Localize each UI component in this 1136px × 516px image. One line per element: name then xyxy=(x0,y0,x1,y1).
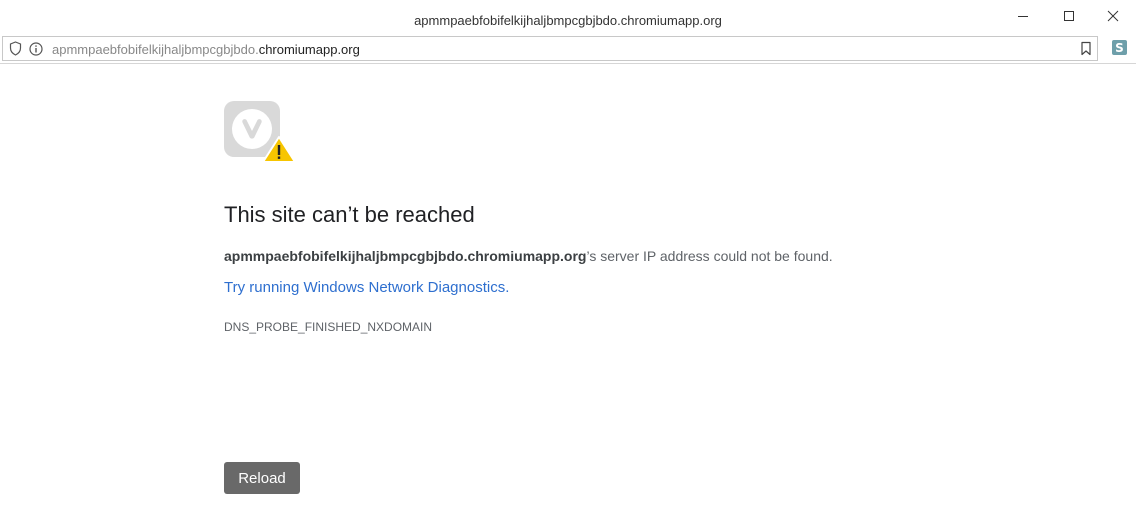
reload-button[interactable]: Reload xyxy=(224,462,300,494)
error-message: apmmpaebfobifelkijhaljbmpcgbjbdo.chromiu… xyxy=(224,248,833,264)
url-subdomain: apmmpaebfobifelkijhaljbmpcgbjbdo. xyxy=(52,42,259,57)
toolbar-divider xyxy=(0,63,1136,64)
bookmark-icon[interactable] xyxy=(1080,41,1092,56)
error-message-suffix: ’s server IP address could not be found. xyxy=(586,248,833,264)
network-diagnostics-link[interactable]: Try running Windows Network Diagnostics xyxy=(224,279,505,296)
extension-icon[interactable]: S xyxy=(1112,40,1127,55)
address-bar: apmmpaebfobifelkijhaljbmpcgbjbdo.chromiu… xyxy=(0,36,1136,62)
close-button[interactable] xyxy=(1090,0,1136,32)
diagnostics-period: . xyxy=(505,279,510,296)
diagnostics-link-wrapper: Try running Windows Network Diagnostics. xyxy=(224,279,509,296)
error-host: apmmpaebfobifelkijhaljbmpcgbjbdo.chromiu… xyxy=(224,248,587,264)
url-domain: chromiumapp.org xyxy=(258,42,360,57)
url-field[interactable]: apmmpaebfobifelkijhaljbmpcgbjbdo.chromiu… xyxy=(2,36,1098,61)
maximize-button[interactable] xyxy=(1046,0,1092,32)
shield-icon[interactable] xyxy=(9,41,22,56)
vivaldi-error-icon xyxy=(224,101,296,163)
maximize-icon xyxy=(1064,11,1074,21)
minimize-button[interactable] xyxy=(1000,0,1046,32)
window-title: apmmpaebfobifelkijhaljbmpcgbjbdo.chromiu… xyxy=(414,13,722,28)
minimize-icon xyxy=(1018,16,1028,17)
page-title: This site can’t be reached xyxy=(224,202,475,227)
title-bar: apmmpaebfobifelkijhaljbmpcgbjbdo.chromiu… xyxy=(0,0,1136,36)
url-text[interactable]: apmmpaebfobifelkijhaljbmpcgbjbdo.chromiu… xyxy=(52,42,360,57)
browser-window: apmmpaebfobifelkijhaljbmpcgbjbdo.chromiu… xyxy=(0,0,1136,516)
error-code: DNS_PROBE_FINISHED_NXDOMAIN xyxy=(224,320,433,334)
info-icon[interactable] xyxy=(29,42,43,56)
close-icon xyxy=(1107,10,1119,22)
